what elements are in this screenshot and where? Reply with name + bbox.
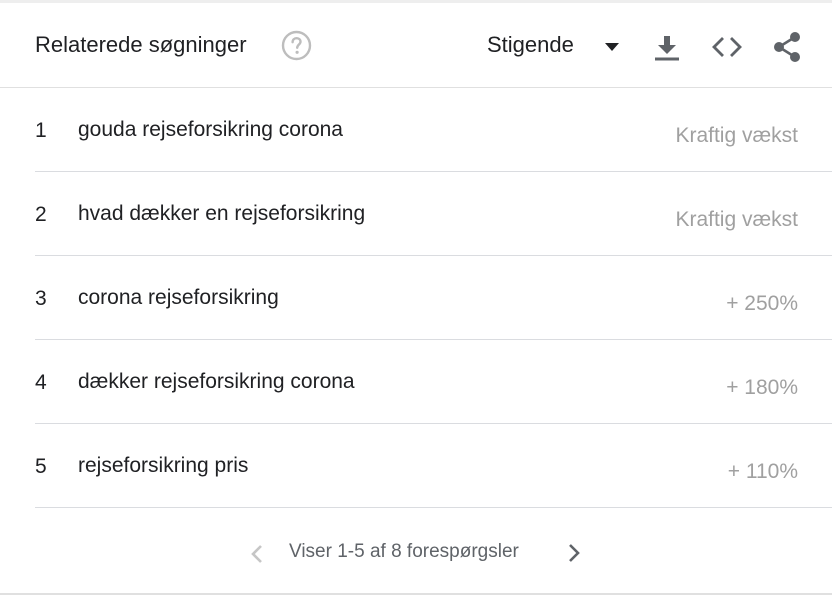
rank-number: 2	[35, 203, 47, 226]
query-text[interactable]: hvad dækker en rejseforsikring	[78, 201, 365, 227]
help-circle-icon[interactable]	[281, 30, 312, 61]
row-divider	[35, 507, 832, 508]
chevron-left-icon	[251, 545, 262, 563]
rank-number: 3	[35, 287, 47, 310]
chevron-right-icon[interactable]	[566, 543, 582, 563]
query-text[interactable]: rejseforsikring pris	[78, 453, 248, 479]
growth-value: + 110%	[727, 460, 798, 483]
sort-dropdown-label: Stigende	[487, 32, 574, 57]
code-embed-icon[interactable]	[711, 36, 743, 58]
growth-value: + 180%	[726, 376, 798, 399]
widget-header: Relaterede søgninger Stigende	[0, 3, 832, 88]
query-text[interactable]: gouda rejseforsikring corona	[78, 117, 343, 143]
sort-dropdown[interactable]: Stigende	[487, 27, 619, 63]
widget-title: Relaterede søgninger	[35, 32, 247, 57]
growth-value: + 250%	[726, 292, 798, 315]
list-item[interactable]: 5 rejseforsikring pris + 110%	[0, 424, 832, 508]
download-icon[interactable]	[654, 34, 680, 62]
query-text[interactable]: dækker rejseforsikring corona	[78, 369, 355, 395]
share-icon[interactable]	[772, 31, 802, 63]
related-queries-list: 1 gouda rejseforsikring corona Kraftig v…	[0, 88, 832, 508]
growth-value: Kraftig vækst	[675, 124, 798, 147]
query-text[interactable]: corona rejseforsikring	[78, 285, 279, 311]
pagination-status: Viser 1-5 af 8 forespørgsler	[289, 541, 519, 562]
rank-number: 4	[35, 371, 47, 394]
list-item[interactable]: 2 hvad dækker en rejseforsikring Kraftig…	[0, 172, 832, 256]
list-item[interactable]: 3 corona rejseforsikring + 250%	[0, 256, 832, 340]
pagination-footer: Viser 1-5 af 8 forespørgsler	[0, 509, 832, 595]
caret-down-icon	[605, 43, 619, 51]
rank-number: 5	[35, 455, 47, 478]
list-item[interactable]: 1 gouda rejseforsikring corona Kraftig v…	[0, 88, 832, 172]
rank-number: 1	[35, 119, 47, 142]
list-item[interactable]: 4 dækker rejseforsikring corona + 180%	[0, 340, 832, 424]
growth-value: Kraftig vækst	[675, 208, 798, 231]
